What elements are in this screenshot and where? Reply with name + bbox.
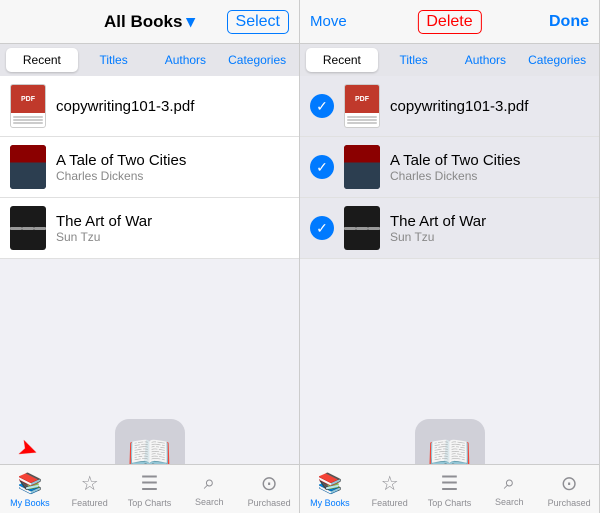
book-item-war-left[interactable]: The Art of War Sun Tzu [0,198,299,259]
tab-categories-left[interactable]: Categories [221,48,293,72]
featured-label-right: Featured [372,498,408,508]
left-header-title: All Books ▾ [104,12,195,32]
delete-button[interactable]: Delete [417,10,481,34]
left-header: All Books ▾ Select [0,0,299,44]
book-item-pdf-left[interactable]: PDF copywriting101-3.pdf [0,76,299,137]
mybooks-label-left: My Books [10,498,50,508]
empty-area-right [300,259,599,379]
purchased-label-left: Purchased [248,498,291,508]
pdf-cover-left: PDF [10,84,46,128]
book-placeholder-right: 📖 [300,379,599,464]
topcharts-icon-right: ☰ [441,471,459,496]
left-bottom-area: ➤ 📚 My Books ☆ Featured ☰ Top Charts ⌕ S… [0,464,299,513]
featured-icon-left: ☆ [81,471,99,496]
tab-titles-right[interactable]: Titles [378,48,450,72]
search-label-right: Search [495,497,524,507]
right-book-list: ✓ PDF copywriting101-3.pdf ✓ A Tale of T… [300,76,599,464]
check-pdf-right: ✓ [310,94,334,118]
book-info-pdf-right: copywriting101-3.pdf [390,98,589,115]
book-title-pdf-left: copywriting101-3.pdf [56,98,289,115]
featured-icon-right: ☆ [381,471,399,496]
empty-area-left [0,259,299,379]
book-info-war-left: The Art of War Sun Tzu [56,213,289,244]
cities-cover-left [10,145,46,189]
left-tabs: Recent Titles Authors Categories [0,44,299,76]
search-icon-right: ⌕ [504,472,515,495]
tab-bar-featured-left[interactable]: ☆ Featured [60,471,120,508]
move-button[interactable]: Move [310,13,347,30]
placeholder-icon-right: 📖 [415,419,485,464]
purchased-label-right: Purchased [548,498,591,508]
right-panel: Move Delete Done Recent Titles Authors C… [300,0,600,513]
mybooks-label-right: My Books [310,498,350,508]
book-info-cities-left: A Tale of Two Cities Charles Dickens [56,152,289,183]
topcharts-label-right: Top Charts [428,498,472,508]
mybooks-icon-right: 📚 [317,471,342,496]
topcharts-icon-left: ☰ [141,471,159,496]
done-button[interactable]: Done [549,13,589,31]
pdf-cover-right: PDF [344,84,380,128]
search-label-left: Search [195,497,224,507]
left-panel: All Books ▾ Select Recent Titles Authors… [0,0,300,513]
check-war-right: ✓ [310,216,334,240]
check-cities-right: ✓ [310,155,334,179]
tab-bar-mybooks-left[interactable]: 📚 My Books [0,471,60,508]
tab-bar-topcharts-left[interactable]: ☰ Top Charts [120,471,180,508]
featured-label-left: Featured [72,498,108,508]
purchased-icon-right: ⊙ [561,471,578,496]
book-author-war-left: Sun Tzu [56,230,289,244]
tab-titles-left[interactable]: Titles [78,48,150,72]
select-button[interactable]: Select [227,10,289,34]
placeholder-icon-left: 📖 [115,419,185,464]
tab-bar-topcharts-right[interactable]: ☰ Top Charts [420,471,480,508]
book-item-cities-left[interactable]: A Tale of Two Cities Charles Dickens [0,137,299,198]
tab-bar-search-right[interactable]: ⌕ Search [479,472,539,507]
book-title-pdf-right: copywriting101-3.pdf [390,98,589,115]
book-author-war-right: Sun Tzu [390,230,589,244]
book-author-cities-left: Charles Dickens [56,169,289,183]
all-books-label: All Books [104,12,182,32]
book-item-war-right[interactable]: ✓ The Art of War Sun Tzu [300,198,599,259]
tab-bar-featured-right[interactable]: ☆ Featured [360,471,420,508]
left-book-list: PDF copywriting101-3.pdf A Tale of Two C… [0,76,299,464]
book-author-cities-right: Charles Dickens [390,169,589,183]
chevron-down-icon: ▾ [186,12,195,32]
tab-bar-search-left[interactable]: ⌕ Search [179,472,239,507]
tab-authors-left[interactable]: Authors [150,48,222,72]
war-cover-right [344,206,380,250]
right-header: Move Delete Done [300,0,599,44]
tab-bar-mybooks-right[interactable]: 📚 My Books [300,471,360,508]
war-cover-left [10,206,46,250]
cities-cover-right [344,145,380,189]
tab-recent-left[interactable]: Recent [6,48,78,72]
tab-categories-right[interactable]: Categories [521,48,593,72]
purchased-icon-left: ⊙ [261,471,278,496]
left-tab-bar: 📚 My Books ☆ Featured ☰ Top Charts ⌕ Sea… [0,464,299,513]
book-info-pdf-left: copywriting101-3.pdf [56,98,289,115]
mybooks-icon-left: 📚 [17,471,42,496]
book-title-cities-right: A Tale of Two Cities [390,152,589,169]
book-title-cities-left: A Tale of Two Cities [56,152,289,169]
book-item-cities-right[interactable]: ✓ A Tale of Two Cities Charles Dickens [300,137,599,198]
book-item-pdf-right[interactable]: ✓ PDF copywriting101-3.pdf [300,76,599,137]
book-placeholder-left: 📖 [0,379,299,464]
book-info-war-right: The Art of War Sun Tzu [390,213,589,244]
right-tabs: Recent Titles Authors Categories [300,44,599,76]
tab-bar-purchased-right[interactable]: ⊙ Purchased [539,471,599,508]
topcharts-label-left: Top Charts [128,498,172,508]
search-icon-left: ⌕ [204,472,215,495]
tab-authors-right[interactable]: Authors [450,48,522,72]
book-info-cities-right: A Tale of Two Cities Charles Dickens [390,152,589,183]
tab-recent-right[interactable]: Recent [306,48,378,72]
right-tab-bar: 📚 My Books ☆ Featured ☰ Top Charts ⌕ Sea… [300,464,599,513]
book-title-war-left: The Art of War [56,213,289,230]
book-title-war-right: The Art of War [390,213,589,230]
tab-bar-purchased-left[interactable]: ⊙ Purchased [239,471,299,508]
